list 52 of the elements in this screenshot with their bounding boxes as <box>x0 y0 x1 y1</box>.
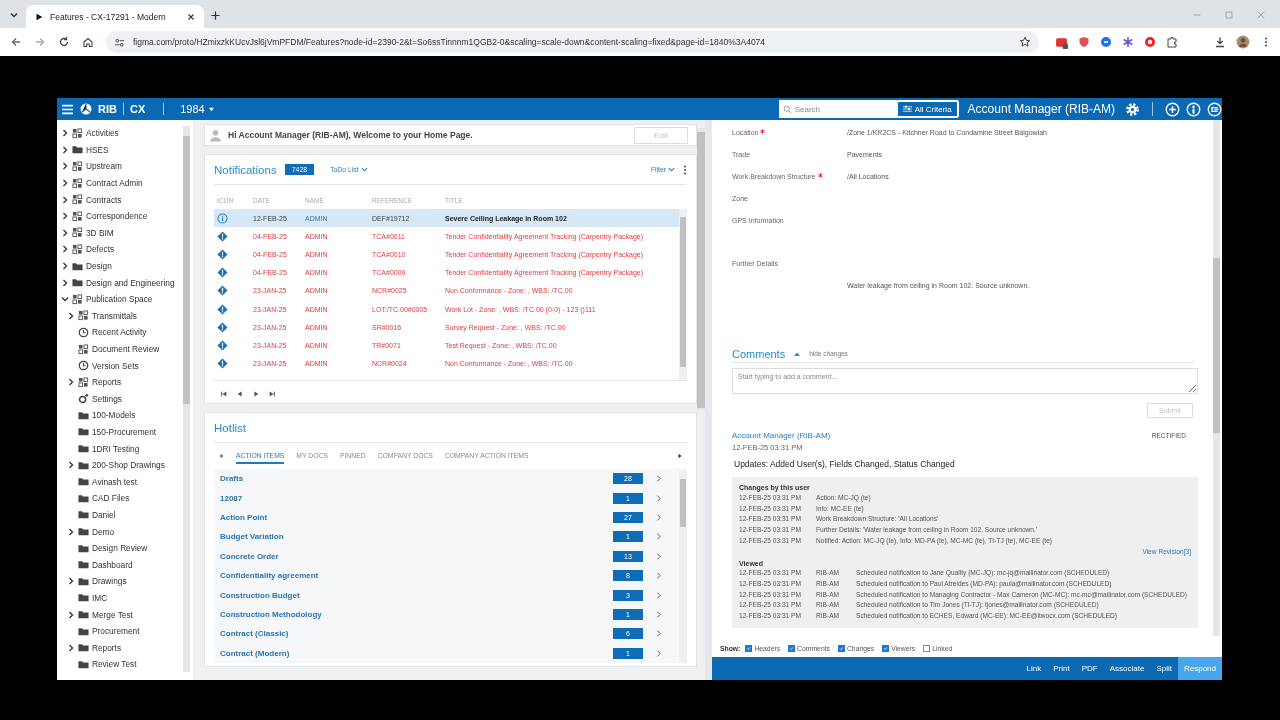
address-bar[interactable]: figma.com/proto/HZmixzkKUcvJsl6jVmPFDM/Features?node-id=2390-2&t=So6ssTinnnm1QGB2-0&scaling=scale-down&content-scaling=fixed&page-id=1840%3A4074 <box>106 31 1039 53</box>
tree-item[interactable]: Settings <box>67 390 193 408</box>
tree-item[interactable]: Reports <box>67 373 193 391</box>
tree-item[interactable]: 200-Shop Drawings <box>67 456 193 474</box>
tree-item[interactable]: 3D BIM <box>61 224 193 242</box>
tree-item[interactable]: Design and Engineering <box>61 274 193 291</box>
tree-item[interactable]: Drawings <box>67 573 193 590</box>
brand-name: RIB <box>98 103 117 115</box>
tree-item[interactable]: 150-Procurement <box>67 423 193 441</box>
tree-item[interactable]: Review Test <box>67 656 193 673</box>
action-button[interactable]: Associate <box>1103 657 1151 680</box>
tree-item[interactable]: Design Review <box>67 539 193 557</box>
tree-item[interactable]: Activities <box>61 125 193 142</box>
tree-item[interactable]: Merge Test <box>67 606 193 623</box>
tree-item[interactable]: Dashboard <box>67 556 193 574</box>
tree-item[interactable]: Document Review <box>67 340 193 358</box>
section-title: Comments <box>732 347 786 360</box>
tree-item[interactable]: Demo <box>67 523 193 540</box>
tree-item[interactable]: Transmittals <box>67 307 193 325</box>
tree-item[interactable]: Design <box>61 257 193 275</box>
tree-item[interactable]: Avinash test <box>67 473 193 491</box>
tree-item[interactable]: Procurement <box>67 622 193 640</box>
tree-item[interactable]: Daniel <box>67 506 193 524</box>
tree-item[interactable]: Defects <box>61 241 193 258</box>
tree-item[interactable]: Version Sets <box>67 357 193 374</box>
project-selector[interactable]: 1984 <box>180 103 215 115</box>
action-button[interactable]: PDF <box>1075 657 1104 680</box>
tree-item[interactable]: Upstream <box>61 158 193 175</box>
tree-item[interactable]: Contracts <box>61 191 193 208</box>
criteria-button[interactable]: All Criteria <box>896 101 958 117</box>
tree-item[interactable]: Contract Admin <box>61 174 193 192</box>
tree-item[interactable]: HSES <box>61 141 193 159</box>
tree-item[interactable]: Correspondence <box>61 207 193 225</box>
tree-item[interactable]: CAD Files <box>67 490 193 507</box>
tree-item[interactable]: 100-Models <box>67 407 193 424</box>
tree-item[interactable]: Publication Space <box>61 290 193 308</box>
tree-item[interactable]: 1DRI Testing <box>67 440 193 457</box>
search-field[interactable]: Search <box>778 100 897 118</box>
panel-title: Hotlist <box>214 421 246 434</box>
welcome-message: Hi Account Manager (RIB-AM), Welcome to your Home Page. <box>228 130 474 140</box>
action-button[interactable]: Link <box>1020 657 1048 680</box>
author-link[interactable]: Account Manager (RIB-AM) <box>732 431 831 440</box>
product-name: CX <box>129 103 146 115</box>
action-button[interactable]: Split <box>1150 657 1178 680</box>
update-summary: Updates: Added User(s), Fields Changed, Status Changed <box>734 459 956 469</box>
tree-item[interactable]: Reports <box>67 639 193 656</box>
tree-item[interactable]: IMC <box>67 589 193 607</box>
action-button[interactable]: Print <box>1047 657 1076 680</box>
panel-title: Notifications <box>214 163 277 176</box>
tree-item[interactable]: Recent Activity <box>67 324 193 341</box>
browser-tab[interactable]: Features - CX-17291 - Modern <box>26 5 204 28</box>
user-name[interactable]: Account Manager (RIB-AM) <box>967 102 1115 116</box>
